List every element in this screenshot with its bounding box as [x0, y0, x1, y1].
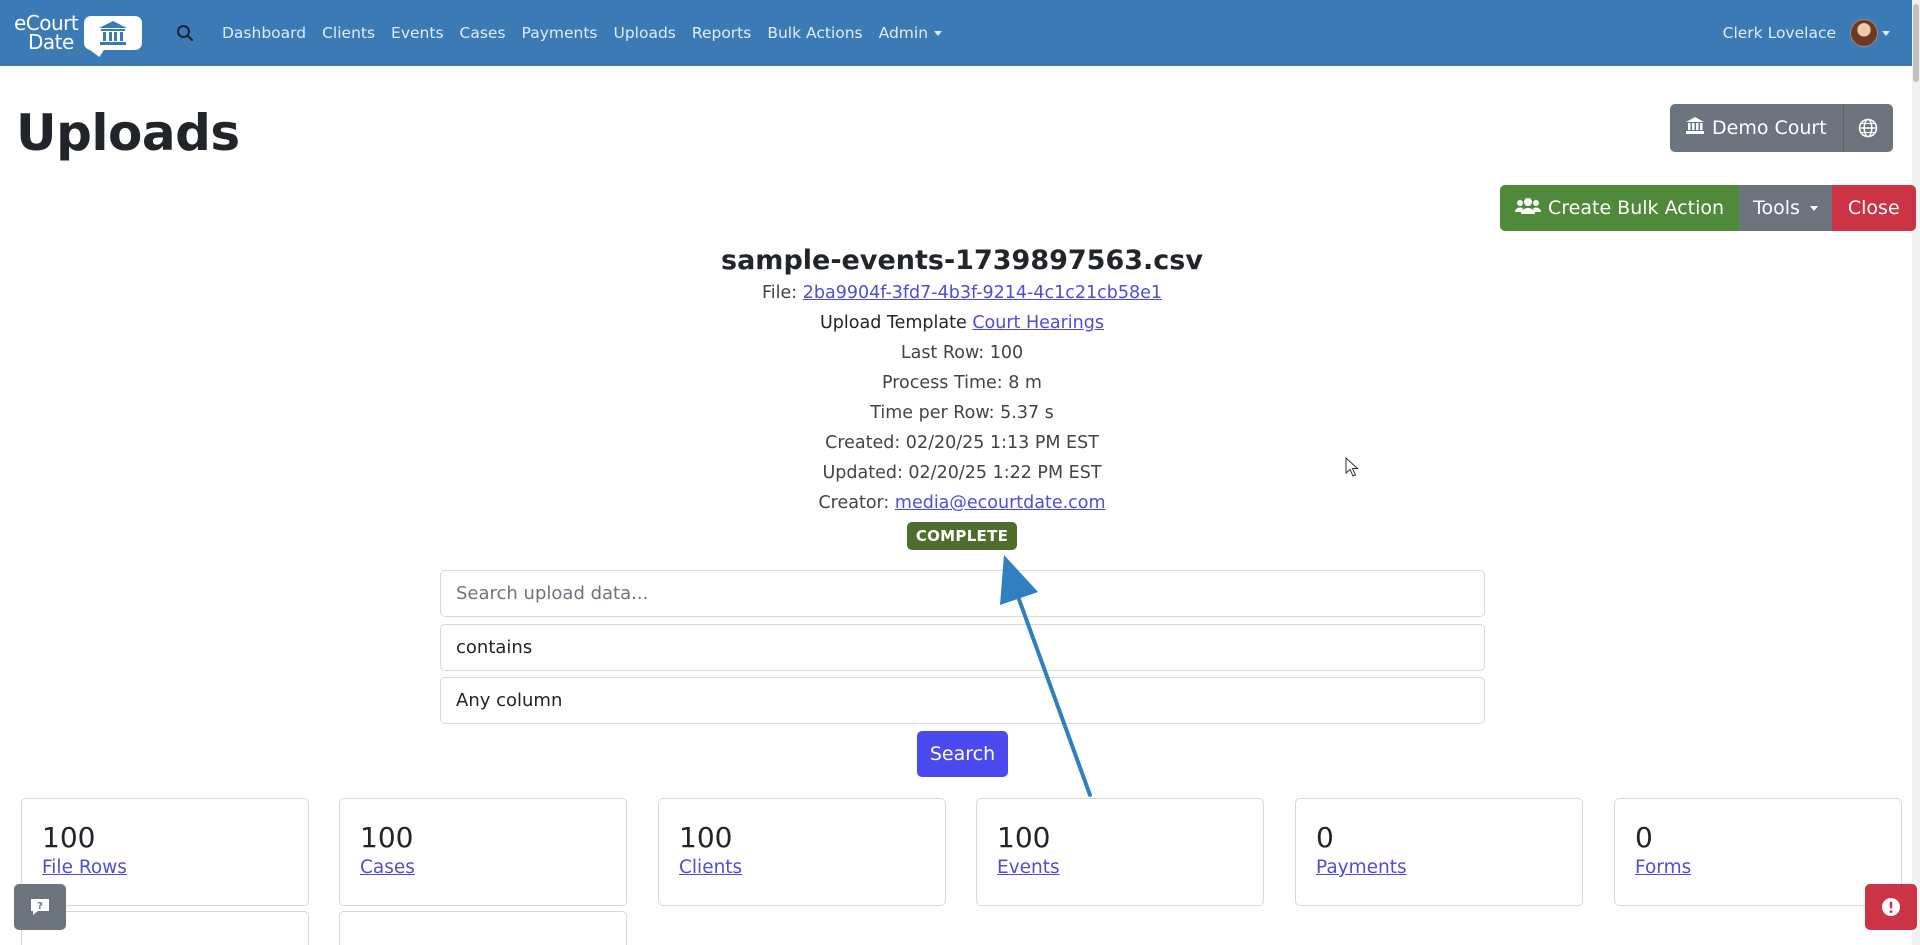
stat-card-cases: 100 Cases — [339, 798, 627, 906]
stat-value: 100 — [679, 821, 733, 854]
alert-icon[interactable] — [1865, 884, 1917, 930]
mouse-cursor-icon — [1345, 457, 1359, 477]
chat-help-icon[interactable]: ? — [14, 884, 66, 930]
svg-text:?: ? — [37, 901, 43, 912]
stat-card-payments: 0 Payments — [1295, 798, 1583, 906]
creator-line: Creator: media@ecourtdate.com — [562, 488, 1362, 518]
stat-link[interactable]: Cases — [360, 855, 606, 881]
nav-cases[interactable]: Cases — [460, 24, 506, 42]
creator-email-link[interactable]: media@ecourtdate.com — [895, 493, 1106, 513]
created-at: Created: 02/20/25 1:13 PM EST — [825, 433, 1099, 453]
court-button-group: Demo Court — [1670, 104, 1893, 152]
stat-value: 100 — [997, 821, 1051, 854]
updated-at: Updated: 02/20/25 1:22 PM EST — [822, 463, 1102, 483]
chevron-down-icon — [1809, 205, 1818, 211]
search-icon[interactable] — [174, 22, 196, 44]
tools-label: Tools — [1753, 197, 1800, 219]
user-menu[interactable]: Clerk Lovelace — [1723, 0, 1890, 66]
user-name: Clerk Lovelace — [1722, 24, 1836, 42]
nav-bulk-actions[interactable]: Bulk Actions — [767, 24, 862, 42]
stat-card-clients: 100 Clients — [658, 798, 946, 906]
create-bulk-action-label: Create Bulk Action — [1548, 197, 1725, 219]
status-badge: COMPLETE — [906, 522, 1018, 550]
users-icon — [1515, 197, 1541, 220]
operator-select[interactable]: contains — [440, 624, 1485, 671]
brand-logo[interactable]: eCourt Date — [14, 13, 142, 54]
upload-file-name: sample-events-1739897563.csv — [721, 245, 1203, 276]
globe-icon[interactable] — [1842, 104, 1893, 152]
template-link[interactable]: Court Hearings — [972, 313, 1104, 333]
nav-admin-dropdown[interactable]: Admin — [878, 24, 943, 42]
last-row: Last Row: 100 — [900, 343, 1024, 363]
stat-link[interactable]: Events — [997, 855, 1243, 881]
page-title: Uploads — [16, 104, 240, 162]
nav-dashboard[interactable]: Dashboard — [222, 24, 306, 42]
stat-value: 100 — [42, 821, 96, 854]
stat-link[interactable]: Clients — [679, 855, 925, 881]
court-button[interactable]: Demo Court — [1670, 104, 1843, 152]
creator-label: Creator: — [818, 493, 890, 513]
stat-card-forms: 0 Forms — [1614, 798, 1902, 906]
time-per-row: Time per Row: 5.37 s — [870, 403, 1054, 423]
stat-link[interactable]: Forms — [1635, 855, 1881, 881]
nav-events[interactable]: Events — [391, 24, 443, 42]
scrollbar-thumb[interactable] — [1913, 4, 1919, 82]
page-scrollbar[interactable] — [1912, 0, 1920, 945]
court-button-label: Demo Court — [1712, 117, 1827, 139]
file-id-line: File: 2ba9904f-3fd7-4b3f-9214-4c1c21cb58… — [562, 278, 1362, 308]
brand-line-2: Date — [28, 30, 74, 54]
upload-details: sample-events-1739897563.csv File: 2ba99… — [562, 244, 1362, 550]
close-button[interactable]: Close — [1831, 185, 1916, 231]
file-id-label: File: — [761, 283, 798, 303]
nav-uploads[interactable]: Uploads — [613, 24, 675, 42]
stat-link[interactable]: File Rows — [42, 855, 288, 881]
stat-value: 0 — [1635, 821, 1653, 854]
courthouse-icon — [1686, 117, 1704, 139]
stat-link[interactable]: Payments — [1316, 855, 1562, 881]
upload-actions: Create Bulk Action Tools Close — [1500, 185, 1916, 231]
tools-dropdown-button[interactable]: Tools — [1739, 185, 1832, 231]
stat-value: 100 — [360, 821, 414, 854]
nav-admin-label: Admin — [878, 24, 929, 42]
nav-reports[interactable]: Reports — [692, 24, 751, 42]
courthouse-icon — [84, 16, 142, 50]
chevron-down-icon — [1882, 30, 1890, 36]
stat-card-partial — [339, 911, 627, 945]
avatar — [1850, 19, 1878, 47]
process-time: Process Time: 8 m — [882, 373, 1042, 393]
stat-card-events: 100 Events — [976, 798, 1264, 906]
chevron-down-icon — [934, 31, 943, 36]
template-label: Upload Template — [820, 313, 967, 333]
stat-value: 0 — [1316, 821, 1334, 854]
top-navbar: eCourt Date Dashboard Clients Events Cas… — [0, 0, 1920, 66]
column-select[interactable]: Any column — [440, 677, 1485, 724]
file-id-link[interactable]: 2ba9904f-3fd7-4b3f-9214-4c1c21cb58e1 — [803, 283, 1162, 303]
nav-links: Dashboard Clients Events Cases Payments … — [222, 0, 958, 66]
create-bulk-action-button[interactable]: Create Bulk Action — [1500, 185, 1740, 231]
search-input[interactable]: Search upload data... — [440, 570, 1485, 617]
annotation-arrow — [1000, 555, 1092, 797]
template-line: Upload Template Court Hearings — [562, 308, 1362, 338]
nav-payments[interactable]: Payments — [522, 24, 598, 42]
brand-wordmark: eCourt Date — [14, 13, 79, 54]
nav-clients[interactable]: Clients — [322, 24, 375, 42]
